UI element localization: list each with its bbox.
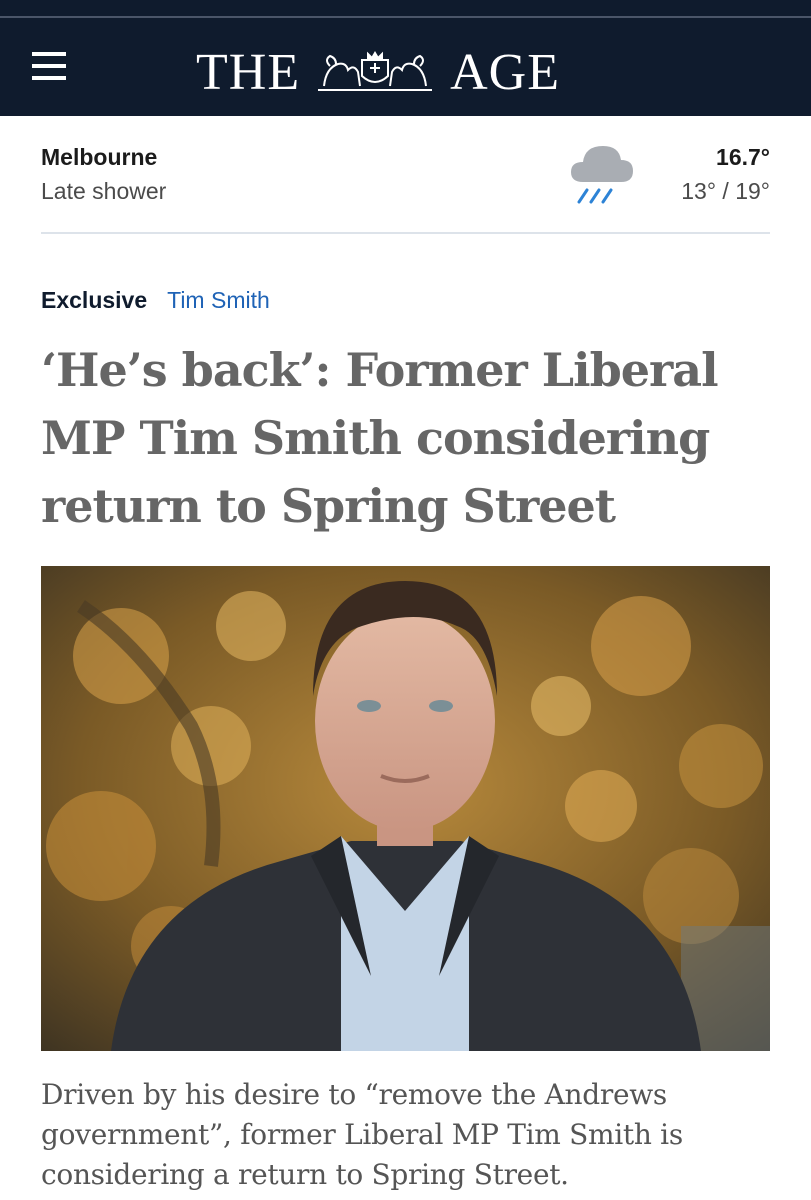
menu-bar-line [32,76,66,80]
coat-of-arms-icon [318,51,433,91]
article-kicker: Exclusive Tim Smith [41,287,270,314]
masthead-word-the: THE [196,43,301,101]
rain-cloud-icon [571,146,633,204]
top-navigation-bar: THE AGE [0,18,811,116]
masthead-logo[interactable]: THE AGE [196,42,560,102]
hero-image[interactable] [41,566,770,1051]
weather-condition: Late shower [41,178,167,204]
top-status-strip [0,0,811,18]
topic-tag-link[interactable]: Tim Smith [167,287,270,313]
hamburger-menu-icon[interactable] [30,48,68,84]
current-temperature: 16.7° [716,144,770,170]
masthead-word-age: AGE [450,43,560,101]
menu-bar-line [32,64,66,68]
article-standfirst: Driven by his desire to “remove the Andr… [41,1078,683,1191]
article-headline[interactable]: ‘He’s back’: Former Liberal MP Tim Smith… [41,336,770,540]
exclusive-label: Exclusive [41,287,148,313]
weather-widget[interactable]: Melbourne Late shower 16.7° 13° / 19° [41,132,770,234]
menu-bar-line [32,52,66,56]
temperature-range: 13° / 19° [681,178,770,204]
portrait-photo [41,566,770,1051]
weather-city: Melbourne [41,144,158,170]
